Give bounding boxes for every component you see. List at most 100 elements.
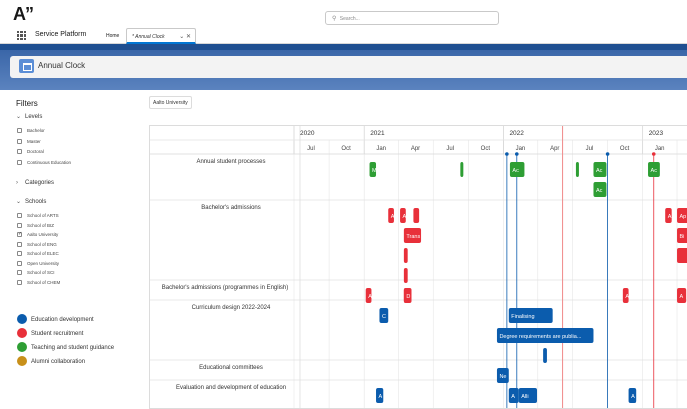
milestone-dot <box>651 152 656 156</box>
event-label: Trans <box>406 234 420 240</box>
chevron-down-icon[interactable]: ⌄ <box>179 34 184 40</box>
timeline-chart: JulOctJanAprJulOctJanAprJulOctJanApr2020… <box>150 126 687 408</box>
school-checkbox[interactable] <box>17 251 22 256</box>
level-option[interactable]: Master <box>17 138 41 145</box>
close-icon[interactable]: ✕ <box>186 34 191 40</box>
event-label: A <box>391 214 395 220</box>
event-label: A <box>631 394 635 400</box>
event-label: A <box>403 214 407 220</box>
school-checkbox[interactable] <box>17 241 22 247</box>
event-label: Ac <box>596 168 603 174</box>
school-option-label: School of ARTS <box>27 213 59 218</box>
chevron-down-icon: ⌄ <box>16 114 22 120</box>
school-option-label: School of BIZ <box>27 222 55 228</box>
row-label: Bachelor's admissions (programmes in Eng… <box>162 285 289 291</box>
month-tick-label: Oct <box>620 146 630 152</box>
row-label: Annual student processes <box>196 159 265 165</box>
level-checkbox[interactable] <box>17 128 22 133</box>
filters-title: Filters <box>16 99 38 108</box>
month-tick-label: Oct <box>481 146 491 152</box>
event-label: A <box>368 294 372 300</box>
timeline-event[interactable] <box>460 162 464 177</box>
event-label: Ac <box>651 168 658 174</box>
global-search-input[interactable]: ⚲ Search... <box>325 11 499 25</box>
school-checkbox[interactable] <box>17 231 22 237</box>
legend-item: Education development <box>17 314 94 324</box>
legend-label: Education development <box>31 317 94 323</box>
schools-section-toggle[interactable]: ⌄ Schools <box>16 198 46 205</box>
school-option[interactable]: School of SCI <box>17 270 55 276</box>
level-checkbox[interactable] <box>17 159 22 165</box>
event-label: M <box>372 168 377 174</box>
event-label: Alli <box>521 394 528 400</box>
event-label: Ac <box>512 168 519 174</box>
school-checkbox[interactable] <box>17 213 22 218</box>
level-option[interactable]: Doctoral <box>17 149 44 155</box>
legend-label: Teaching and student guidance <box>31 345 115 351</box>
school-option[interactable]: School of BIZ <box>17 222 55 229</box>
school-checkbox[interactable] <box>17 222 22 228</box>
timeline-event[interactable] <box>677 248 687 263</box>
app-launcher-icon[interactable] <box>17 31 26 40</box>
school-option[interactable]: School of ARTS <box>17 213 59 219</box>
event-label: Finalising <box>511 314 534 320</box>
month-tick-label: Jan <box>516 146 526 152</box>
year-tick-label: 2022 <box>509 130 524 137</box>
level-checkbox[interactable] <box>17 149 22 154</box>
legend-item: Teaching and student guidance <box>17 342 114 352</box>
school-checkbox[interactable] <box>17 270 22 275</box>
school-option-label: Open University <box>27 260 60 266</box>
level-option[interactable]: Continuous Education <box>17 159 71 166</box>
level-checkbox[interactable] <box>17 138 22 144</box>
school-option-label: School of SCI <box>27 270 55 275</box>
row-label: Evaluation and development of education <box>176 385 286 391</box>
timeline-event[interactable] <box>403 248 408 263</box>
nav-annual-clock-tab[interactable]: * Annual Clock ⌄ ✕ <box>126 28 196 44</box>
levels-section-toggle[interactable]: ⌄ Levels <box>16 113 42 120</box>
school-option[interactable]: Aalto University <box>17 231 59 238</box>
event-label: D <box>406 294 410 300</box>
month-tick-label: Jul <box>307 146 315 152</box>
school-option[interactable]: Open University <box>17 260 60 267</box>
level-option[interactable]: Bachelor <box>17 128 45 134</box>
month-tick-label: Jul <box>586 146 594 152</box>
legend-item: Alumni collaboration <box>17 356 85 366</box>
categories-section-toggle[interactable]: › Categories <box>16 180 54 186</box>
nav-home-tab[interactable]: Home <box>106 33 119 39</box>
school-option-label: School of ELEC <box>27 251 59 256</box>
app-navigation-bar: Service Platform Home * Annual Clock ⌄ ✕ <box>0 27 687 44</box>
month-tick-label: Jan <box>655 146 665 152</box>
level-option-label: Master <box>27 138 41 144</box>
row-label: Curriculum design 2022-2024 <box>192 305 271 311</box>
year-tick-label: 2023 <box>649 130 664 137</box>
legend-color-swatch <box>17 356 27 366</box>
selected-filter-chip[interactable]: Aalto University <box>149 96 192 109</box>
timeline-event[interactable] <box>575 162 579 177</box>
event-label: Degree requirements are publia... <box>499 334 581 340</box>
event-label: A <box>625 294 629 300</box>
milestone-dot <box>514 152 519 156</box>
timeline-event[interactable] <box>403 268 408 283</box>
event-label: A <box>668 214 672 220</box>
timeline-event[interactable] <box>543 348 547 363</box>
school-option-label: Aalto University <box>27 232 59 237</box>
school-option[interactable]: School of ELEC <box>17 251 59 257</box>
school-checkbox[interactable] <box>17 279 22 285</box>
timeline-event[interactable] <box>413 208 420 223</box>
event-label: Ap <box>680 214 687 220</box>
event-label: Bi <box>680 234 685 240</box>
legend-item: Student recruitment <box>17 328 83 338</box>
school-checkbox[interactable] <box>17 260 22 266</box>
legend-color-swatch <box>17 314 27 324</box>
annual-clock-timeline[interactable]: JulOctJanAprJulOctJanAprJulOctJanApr2020… <box>149 125 687 409</box>
event-label: Ne <box>499 374 506 380</box>
milestone-dot <box>605 152 610 156</box>
legend-label: Alumni collaboration <box>31 359 86 365</box>
school-option[interactable]: School of ENG <box>17 241 57 248</box>
aalto-logo: A” <box>13 4 34 24</box>
school-option[interactable]: School of CHEM <box>17 279 60 286</box>
legend-color-swatch <box>17 328 27 338</box>
month-tick-label: Jul <box>446 146 454 152</box>
legend-label: Student recruitment <box>31 331 84 337</box>
event-label: A <box>379 394 383 400</box>
